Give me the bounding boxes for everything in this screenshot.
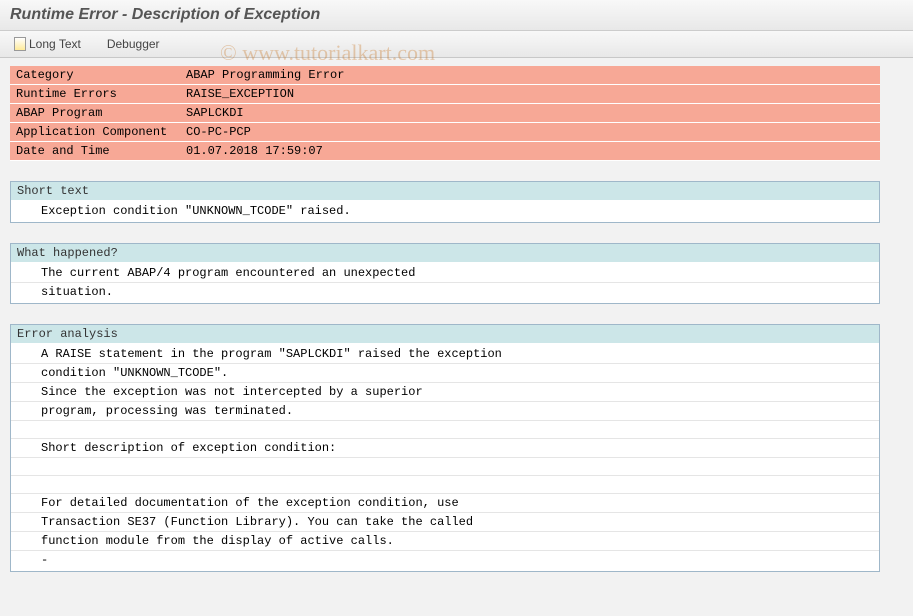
section-line: function module from the display of acti… — [11, 531, 879, 550]
info-label: Runtime Errors — [10, 85, 180, 104]
info-row: ABAP ProgramSAPLCKDI — [10, 104, 880, 123]
info-row: CategoryABAP Programming Error — [10, 66, 880, 85]
section-header: Short text — [11, 182, 879, 200]
info-row: Application ComponentCO-PC-PCP — [10, 123, 880, 142]
section-line: Exception condition "UNKNOWN_TCODE" rais… — [11, 202, 879, 220]
info-label: Category — [10, 66, 180, 85]
info-value: SAPLCKDI — [180, 104, 880, 123]
section: Short text Exception condition "UNKNOWN_T… — [10, 181, 880, 223]
section-header: What happened? — [11, 244, 879, 262]
section-line: program, processing was terminated. — [11, 401, 879, 420]
long-text-label: Long Text — [29, 37, 81, 51]
section-line: situation. — [11, 282, 879, 301]
section-line — [11, 475, 879, 493]
section-line: The current ABAP/4 program encountered a… — [11, 264, 879, 282]
section: Error analysis A RAISE statement in the p… — [10, 324, 880, 572]
content-area: CategoryABAP Programming ErrorRuntime Er… — [0, 58, 913, 600]
section-body: A RAISE statement in the program "SAPLCK… — [11, 343, 879, 571]
section-line: Since the exception was not intercepted … — [11, 382, 879, 401]
section-line — [11, 457, 879, 475]
section-line: For detailed documentation of the except… — [11, 493, 879, 512]
title-bar: Runtime Error - Description of Exception — [0, 0, 913, 31]
section-line — [11, 420, 879, 438]
long-text-button[interactable]: Long Text — [10, 35, 85, 53]
section-header: Error analysis — [11, 325, 879, 343]
info-row: Runtime ErrorsRAISE_EXCEPTION — [10, 85, 880, 104]
info-label: Date and Time — [10, 142, 180, 161]
page-title: Runtime Error - Description of Exception — [10, 6, 903, 24]
section-line: Transaction SE37 (Function Library). You… — [11, 512, 879, 531]
section-body: Exception condition "UNKNOWN_TCODE" rais… — [11, 200, 879, 222]
debugger-button[interactable]: Debugger — [103, 35, 164, 53]
info-value: 01.07.2018 17:59:07 — [180, 142, 880, 161]
section: What happened? The current ABAP/4 program… — [10, 243, 880, 304]
info-value: ABAP Programming Error — [180, 66, 880, 85]
info-value: CO-PC-PCP — [180, 123, 880, 142]
section-line: - — [11, 550, 879, 569]
debugger-label: Debugger — [107, 37, 160, 51]
document-icon — [14, 37, 26, 51]
section-line: A RAISE statement in the program "SAPLCK… — [11, 345, 879, 363]
info-value: RAISE_EXCEPTION — [180, 85, 880, 104]
toolbar: Long Text Debugger — [0, 31, 913, 58]
info-table: CategoryABAP Programming ErrorRuntime Er… — [10, 66, 880, 161]
info-label: ABAP Program — [10, 104, 180, 123]
info-row: Date and Time01.07.2018 17:59:07 — [10, 142, 880, 161]
info-label: Application Component — [10, 123, 180, 142]
section-body: The current ABAP/4 program encountered a… — [11, 262, 879, 303]
section-line: Short description of exception condition… — [11, 438, 879, 457]
section-line: condition "UNKNOWN_TCODE". — [11, 363, 879, 382]
